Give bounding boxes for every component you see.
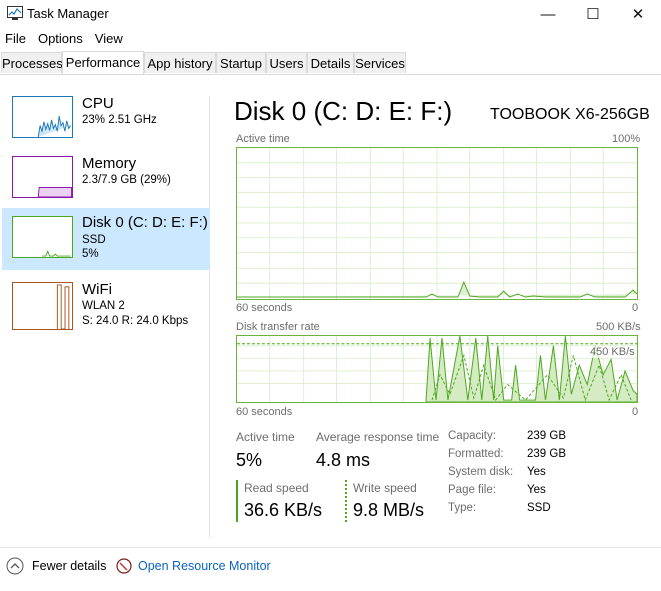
active-time-graph-max: 100% (612, 133, 641, 145)
transfer-rate-graph-max: 500 KB/s (596, 321, 641, 333)
type-label: Type: (448, 502, 477, 514)
tab-details[interactable]: Details (307, 52, 354, 73)
sidebar-wifi-adapter: WLAN 2 (82, 300, 125, 312)
menu-bar: File Options View (0, 30, 130, 48)
window-title: Task Manager (27, 6, 109, 21)
sidebar-cpu-usage: 23% 2.51 GHz (82, 114, 157, 126)
formatted-label: Formatted: (448, 448, 504, 460)
task-manager-icon (7, 6, 23, 20)
title-bar: Task Manager — ☐ ✕ (0, 0, 661, 28)
tab-strip: Processes Performance App history Startu… (0, 51, 661, 75)
sidebar-wifi-name: WiFi (82, 281, 112, 298)
disk-model: TOOBOOK X6-256GB (490, 106, 650, 123)
page-title: Disk 0 (C: D: E: F:) (234, 96, 453, 126)
sidebar-memory-name: Memory (82, 155, 137, 172)
transfer-rate-graph-min: 0 (632, 406, 639, 418)
footer-divider (0, 547, 661, 548)
menu-options[interactable]: Options (33, 30, 90, 48)
memory-thumbnail-graph (12, 156, 73, 198)
minimize-button[interactable]: — (525, 0, 571, 28)
close-button[interactable]: ✕ (615, 0, 661, 28)
capacity-label: Capacity: (448, 430, 496, 442)
sidebar-disk-name: Disk 0 (C: D: E: F:) (82, 214, 208, 231)
active-time-graph (236, 147, 638, 300)
sidebar-item-memory[interactable]: Memory 2.3/7.9 GB (29%) (2, 150, 210, 209)
resource-monitor-icon (116, 558, 132, 574)
active-time-graph-label: Active time (236, 133, 290, 145)
formatted-value: 239 GB (527, 448, 566, 460)
fewer-details-label: Fewer details (32, 559, 107, 573)
read-speed-label: Read speed (244, 481, 309, 495)
sidebar-item-wifi[interactable]: WiFi WLAN 2 S: 24.0 R: 24.0 Kbps (2, 276, 210, 336)
read-speed-indicator (236, 480, 238, 522)
transfer-rate-graph-label: Disk transfer rate (236, 321, 320, 333)
transfer-rate-graph-timespan: 60 seconds (236, 406, 293, 418)
sidebar-memory-usage: 2.3/7.9 GB (29%) (82, 174, 171, 186)
page-file-value: Yes (527, 484, 546, 496)
write-speed-indicator (345, 480, 347, 522)
tab-processes[interactable]: Processes (1, 52, 63, 73)
system-disk-label: System disk: (448, 466, 514, 478)
menu-file[interactable]: File (0, 30, 33, 48)
active-time-graph-min: 0 (632, 302, 639, 314)
write-speed-value: 9.8 MB/s (353, 500, 425, 520)
maximize-button[interactable]: ☐ (570, 0, 616, 28)
wifi-thumbnail-graph (12, 282, 73, 330)
system-disk-value: Yes (527, 466, 546, 478)
cpu-thumbnail-graph (12, 96, 73, 138)
page-file-label: Page file: (448, 484, 496, 496)
sidebar-disk-type: SSD (82, 234, 106, 246)
open-resource-monitor-link[interactable]: Open Resource Monitor (116, 556, 271, 576)
tab-startup[interactable]: Startup (216, 52, 266, 73)
active-time-value: 5% (236, 450, 263, 470)
fewer-details-button[interactable]: Fewer details (6, 556, 106, 576)
avg-response-label: Average response time (316, 430, 440, 444)
avg-response-value: 4.8 ms (316, 450, 371, 470)
sidebar-item-disk[interactable]: Disk 0 (C: D: E: F:) SSD 5% (2, 208, 210, 270)
tab-app-history[interactable]: App history (144, 52, 216, 73)
write-speed-label: Write speed (353, 481, 417, 495)
transfer-rate-graph-mid: 450 KB/s (590, 346, 635, 358)
capacity-value: 239 GB (527, 430, 566, 442)
sidebar-cpu-name: CPU (82, 95, 114, 112)
sidebar-disk-usage: 5% (82, 248, 99, 260)
tab-users[interactable]: Users (266, 52, 307, 73)
active-time-label: Active time (236, 430, 295, 444)
disk-thumbnail-graph (12, 216, 73, 258)
sidebar-wifi-speed: S: 24.0 R: 24.0 Kbps (82, 315, 189, 327)
menu-view[interactable]: View (90, 30, 130, 48)
chevron-up-circle-icon (6, 557, 24, 575)
sidebar-item-cpu[interactable]: CPU 23% 2.51 GHz (2, 90, 210, 149)
tab-services[interactable]: Services (354, 52, 406, 73)
open-resource-monitor-label: Open Resource Monitor (138, 559, 271, 573)
transfer-rate-graph (236, 335, 638, 403)
tab-performance[interactable]: Performance (62, 51, 144, 74)
read-speed-value: 36.6 KB/s (244, 500, 323, 520)
type-value: SSD (527, 502, 551, 514)
active-time-graph-timespan: 60 seconds (236, 302, 293, 314)
